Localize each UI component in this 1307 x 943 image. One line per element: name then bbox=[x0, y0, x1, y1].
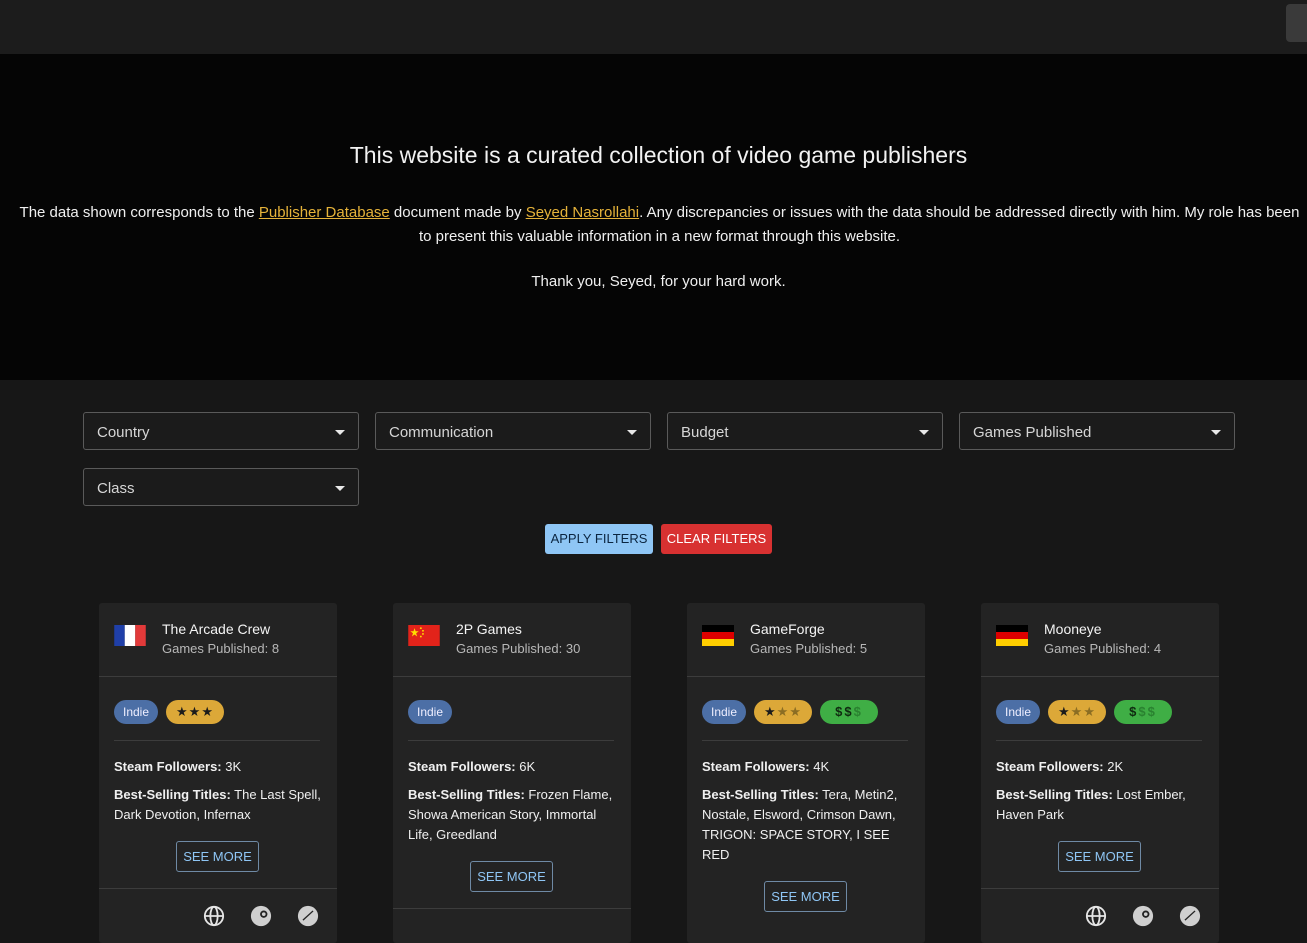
steam-followers-label: Steam Followers: bbox=[702, 759, 810, 774]
class-select[interactable]: Class bbox=[83, 468, 359, 506]
best-selling-titles: Best-Selling Titles: Tera, Metin2, Nosta… bbox=[702, 785, 912, 865]
menu-button[interactable] bbox=[1286, 4, 1307, 42]
best-selling-titles: Best-Selling Titles: The Last Spell, Dar… bbox=[114, 785, 324, 825]
budget-select-label: Budget bbox=[681, 424, 729, 441]
games-published-select[interactable]: Games Published bbox=[959, 412, 1235, 450]
class-badge: Indie bbox=[408, 700, 452, 724]
best-selling-label: Best-Selling Titles: bbox=[702, 787, 819, 802]
apply-filters-button[interactable]: APPLY FILTERS bbox=[545, 524, 653, 554]
steam-followers: Steam Followers: 6K bbox=[408, 757, 618, 777]
steam-followers-value: 3K bbox=[221, 759, 242, 774]
budget-rating-badge: $$$ bbox=[1114, 700, 1172, 724]
class-badge: Indie bbox=[114, 700, 158, 724]
card-header: Mooneye Games Published: 4 bbox=[981, 603, 1219, 677]
hero-text-middle: document made by bbox=[389, 204, 526, 221]
caret-down-icon bbox=[627, 430, 637, 435]
divider bbox=[114, 740, 320, 741]
games-published-count: Games Published: 4 bbox=[1044, 641, 1162, 656]
steam-icon[interactable] bbox=[1132, 905, 1154, 927]
see-more-button[interactable]: SEE MORE bbox=[470, 861, 553, 892]
germany-flag-icon bbox=[702, 625, 734, 646]
communication-select[interactable]: Communication bbox=[375, 412, 651, 450]
steam-followers: Steam Followers: 2K bbox=[996, 757, 1206, 777]
hero-text-prefix: The data shown corresponds to the bbox=[19, 204, 259, 221]
see-more-button[interactable]: SEE MORE bbox=[176, 841, 259, 872]
publisher-card: GameForge Games Published: 5 Indie ★★★ $… bbox=[687, 603, 925, 943]
best-selling-titles: Best-Selling Titles: Lost Ember, Haven P… bbox=[996, 785, 1206, 825]
publisher-name: Mooneye bbox=[1044, 621, 1102, 637]
publisher-database-link[interactable]: Publisher Database bbox=[259, 204, 390, 221]
communication-select-label: Communication bbox=[389, 424, 494, 441]
contact-icon[interactable] bbox=[297, 905, 319, 927]
top-bar bbox=[0, 0, 1307, 54]
best-selling-label: Best-Selling Titles: bbox=[114, 787, 231, 802]
best-selling-titles: Best-Selling Titles: Frozen Flame, Showa… bbox=[408, 785, 618, 845]
china-flag-icon bbox=[408, 625, 440, 646]
france-flag-icon bbox=[114, 625, 146, 646]
best-selling-label: Best-Selling Titles: bbox=[408, 787, 525, 802]
class-badge: Indie bbox=[996, 700, 1040, 724]
country-select-label: Country bbox=[97, 424, 150, 441]
card-header: The Arcade Crew Games Published: 8 bbox=[99, 603, 337, 677]
caret-down-icon bbox=[919, 430, 929, 435]
card-footer-divider bbox=[393, 908, 631, 909]
germany-flag-icon bbox=[996, 625, 1028, 646]
page-title: This website is a curated collection of … bbox=[349, 142, 968, 168]
games-published-count: Games Published: 8 bbox=[162, 641, 280, 656]
publisher-name: 2P Games bbox=[456, 621, 522, 637]
publisher-name: The Arcade Crew bbox=[162, 621, 271, 637]
communication-rating-badge: ★★★ bbox=[1048, 700, 1106, 724]
publisher-name: GameForge bbox=[750, 621, 825, 637]
caret-down-icon bbox=[1211, 430, 1221, 435]
class-badge: Indie bbox=[702, 700, 746, 724]
divider bbox=[996, 740, 1202, 741]
hero-section: This website is a curated collection of … bbox=[0, 54, 1307, 380]
publisher-card: The Arcade Crew Games Published: 8 Indie… bbox=[99, 603, 337, 943]
caret-down-icon bbox=[335, 486, 345, 491]
contact-icon[interactable] bbox=[1179, 905, 1201, 927]
website-globe-icon[interactable] bbox=[203, 905, 225, 927]
best-selling-label: Best-Selling Titles: bbox=[996, 787, 1113, 802]
thanks-text: Thank you, Seyed, for your hard work. bbox=[531, 273, 786, 290]
publisher-card: Mooneye Games Published: 4 Indie ★★★ $$$… bbox=[981, 603, 1219, 943]
class-select-label: Class bbox=[97, 480, 135, 497]
publisher-card: 2P Games Games Published: 30 Indie Steam… bbox=[393, 603, 631, 943]
clear-filters-button[interactable]: CLEAR FILTERS bbox=[661, 524, 772, 554]
steam-followers-label: Steam Followers: bbox=[114, 759, 222, 774]
see-more-button[interactable]: SEE MORE bbox=[1058, 841, 1141, 872]
steam-followers: Steam Followers: 4K bbox=[702, 757, 912, 777]
steam-followers-label: Steam Followers: bbox=[996, 759, 1104, 774]
games-published-count: Games Published: 5 bbox=[750, 641, 868, 656]
steam-followers-value: 4K bbox=[809, 759, 830, 774]
communication-rating-badge: ★★★ bbox=[166, 700, 224, 724]
steam-followers-value: 6K bbox=[515, 759, 536, 774]
hero-description: The data shown corresponds to the Publis… bbox=[12, 201, 1307, 249]
divider bbox=[702, 740, 908, 741]
steam-icon[interactable] bbox=[250, 905, 272, 927]
website-globe-icon[interactable] bbox=[1085, 905, 1107, 927]
card-footer-divider bbox=[99, 888, 337, 889]
country-select[interactable]: Country bbox=[83, 412, 359, 450]
communication-rating-badge: ★★★ bbox=[754, 700, 812, 724]
games-published-select-label: Games Published bbox=[973, 424, 1092, 441]
divider bbox=[408, 740, 614, 741]
budget-rating-badge: $$$ bbox=[820, 700, 878, 724]
budget-select[interactable]: Budget bbox=[667, 412, 943, 450]
caret-down-icon bbox=[335, 430, 345, 435]
see-more-button[interactable]: SEE MORE bbox=[764, 881, 847, 912]
card-header: GameForge Games Published: 5 bbox=[687, 603, 925, 677]
card-header: 2P Games Games Published: 30 bbox=[393, 603, 631, 677]
games-published-count: Games Published: 30 bbox=[456, 641, 581, 656]
steam-followers: Steam Followers: 3K bbox=[114, 757, 324, 777]
author-link[interactable]: Seyed Nasrollahi bbox=[526, 204, 639, 221]
steam-followers-label: Steam Followers: bbox=[408, 759, 516, 774]
card-footer-divider bbox=[981, 888, 1219, 889]
steam-followers-value: 2K bbox=[1103, 759, 1124, 774]
